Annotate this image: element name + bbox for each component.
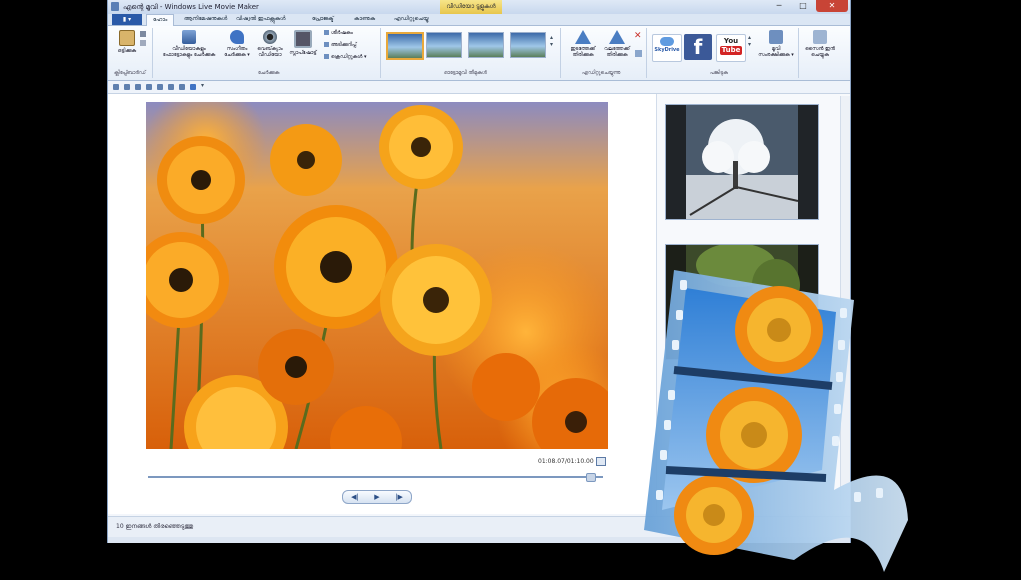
play-button[interactable]: ▶ [367,492,387,502]
window-title: എന്റെ മൂവി - Windows Live Movie Maker [123,3,259,11]
youtube-button[interactable]: You Tube [716,34,746,62]
save-movie-button[interactable]: മൂവി സംരക്ഷിക്കുക ▾ [758,30,794,58]
caption-button[interactable]: അടിക്കുറിപ്പ് [324,42,357,48]
file-menu-button[interactable]: ▮ ▾ [112,14,142,25]
automovie-theme-4[interactable] [510,32,546,58]
ribbon-separator [152,28,153,78]
title-icon [324,30,329,35]
film-icon[interactable] [179,84,185,90]
sign-in-button[interactable]: സൈൻ ഇൻ ചെയ്യുക [802,30,838,58]
cut-icon[interactable] [140,31,146,37]
automovie-theme-1[interactable] [386,32,424,60]
film-photo-icon [182,30,196,44]
webcam-video-button[interactable]: വെബ്‌ക്യാം വീഡിയോ [254,30,286,58]
themes-group-label: ഓട്ടോമൂവി തീമുകൾ [444,70,487,76]
rotate-right-icon [609,30,625,44]
ribbon-separator [798,28,799,78]
video-preview[interactable] [146,102,608,449]
timecode: 01:08.07/01:10.00 [538,458,594,465]
seek-thumb[interactable] [586,473,596,482]
quick-access-toolbar: ▾ [108,81,850,94]
add-music-button[interactable]: സംഗീതം ചേർക്കുക ▾ [220,30,254,58]
caption-icon [324,42,329,47]
skydrive-button[interactable]: SkyDrive [652,34,682,62]
user-icon [813,30,827,44]
ribbon-separator [380,28,381,78]
snapshot-button[interactable]: സ്നാപ്ഷോട്ട് [286,30,320,56]
snowy-tree-thumbnail [666,105,818,219]
movie-maker-logo [644,270,908,572]
credits-icon [324,54,329,59]
music-icon[interactable] [190,84,196,90]
rotate-right-button[interactable]: വലത്തേക്ക് തിരിക്കുക [600,30,634,58]
ribbon-separator [646,28,647,78]
photo-icon[interactable] [168,84,174,90]
redo-icon[interactable] [135,84,141,90]
editing-group-label: എഡിറ്റുചെയ്യുന്നു [582,70,621,76]
previous-frame-button[interactable]: ◀| [345,492,365,502]
facebook-button[interactable]: f [684,34,712,60]
clipboard-group-label: ക്ലിപ്പ്ബോർഡ് [114,70,146,76]
tab-animations[interactable]: ആനിമേഷനുകൾ [184,14,227,25]
next-frame-button[interactable]: |▶ [389,492,409,502]
add-videos-photos-button[interactable]: വീഡിയോകളും ഫോട്ടോകളും ചേർക്കുക [158,30,220,58]
tab-project[interactable]: പ്രോജക്ട് [312,14,334,25]
copy-icon[interactable] [140,40,146,46]
add-group-label: ചേർക്കുക [258,70,280,76]
storyboard-clip[interactable] [665,104,819,220]
ribbon: ഒട്ടിക്കുക ക്ലിപ്പ്ബോർഡ് വീഡിയോകളും ഫോട്… [108,26,850,81]
remove-icon[interactable]: ✕ [634,31,642,41]
rotate-left-icon [575,30,591,44]
undo-icon[interactable] [124,84,130,90]
flowers-photo [146,102,608,449]
tab-view[interactable]: കാണുക [354,14,375,25]
select-all-icon[interactable] [635,50,642,57]
customize-dropdown-icon[interactable]: ▾ [201,82,204,89]
save-icon[interactable] [113,84,119,90]
paste-icon [119,30,135,46]
tab-edit[interactable]: എഡിറ്റുചെയ്യൂ [394,14,429,25]
close-button[interactable]: ✕ [816,0,848,12]
playback-controls: ◀| ▶ |▶ [342,490,412,504]
title-bar: എന്റെ മൂവി - Windows Live Movie Maker വീ… [108,0,850,14]
share-scroll-arrows-icon[interactable]: ▴ ▾ [748,34,751,48]
app-icon [111,2,119,11]
ribbon-tabs: ▮ ▾ ഹോം ആനിമേഷനുകൾ വിഷ്വൽ ഇഫക്റ്റുകൾ പ്ര… [108,14,850,26]
add-media-icon[interactable] [157,84,163,90]
seek-bar[interactable] [148,476,603,478]
webcam-icon [263,30,277,44]
share-group-label: പങ്കിടുക [710,70,728,76]
rotate-left-button[interactable]: ഇടത്തേക്ക് തിരിക്കുക [566,30,600,58]
snapshot-icon [294,30,312,48]
save-movie-icon [769,30,783,44]
maximize-button[interactable]: □ [792,0,814,12]
skydrive-cloud-icon [660,37,674,46]
title-button[interactable]: ശീർഷകം [324,30,353,36]
ribbon-separator [560,28,561,78]
automovie-theme-3[interactable] [468,32,504,58]
minimize-button[interactable]: ─ [768,0,790,12]
tab-visual-effects[interactable]: വിഷ്വൽ ഇഫക്റ്റുകൾ [236,14,286,25]
music-note-icon [230,30,244,44]
credits-button[interactable]: ക്രെഡിറ്റുകൾ ▾ [324,54,367,60]
themes-scroll-arrows-icon[interactable]: ▴ ▾ [550,34,553,48]
paste-button[interactable]: ഒട്ടിക്കുക [114,30,140,54]
tab-home[interactable]: ഹോം [146,14,175,26]
new-icon[interactable] [146,84,152,90]
selection-status: 10 ഇനങ്ങൾ തിരഞ്ഞെടുത്തു [116,523,194,530]
automovie-theme-2[interactable] [426,32,462,58]
video-tools-context-tab[interactable]: വീഡിയോ ടൂളുകൾ [440,0,502,14]
